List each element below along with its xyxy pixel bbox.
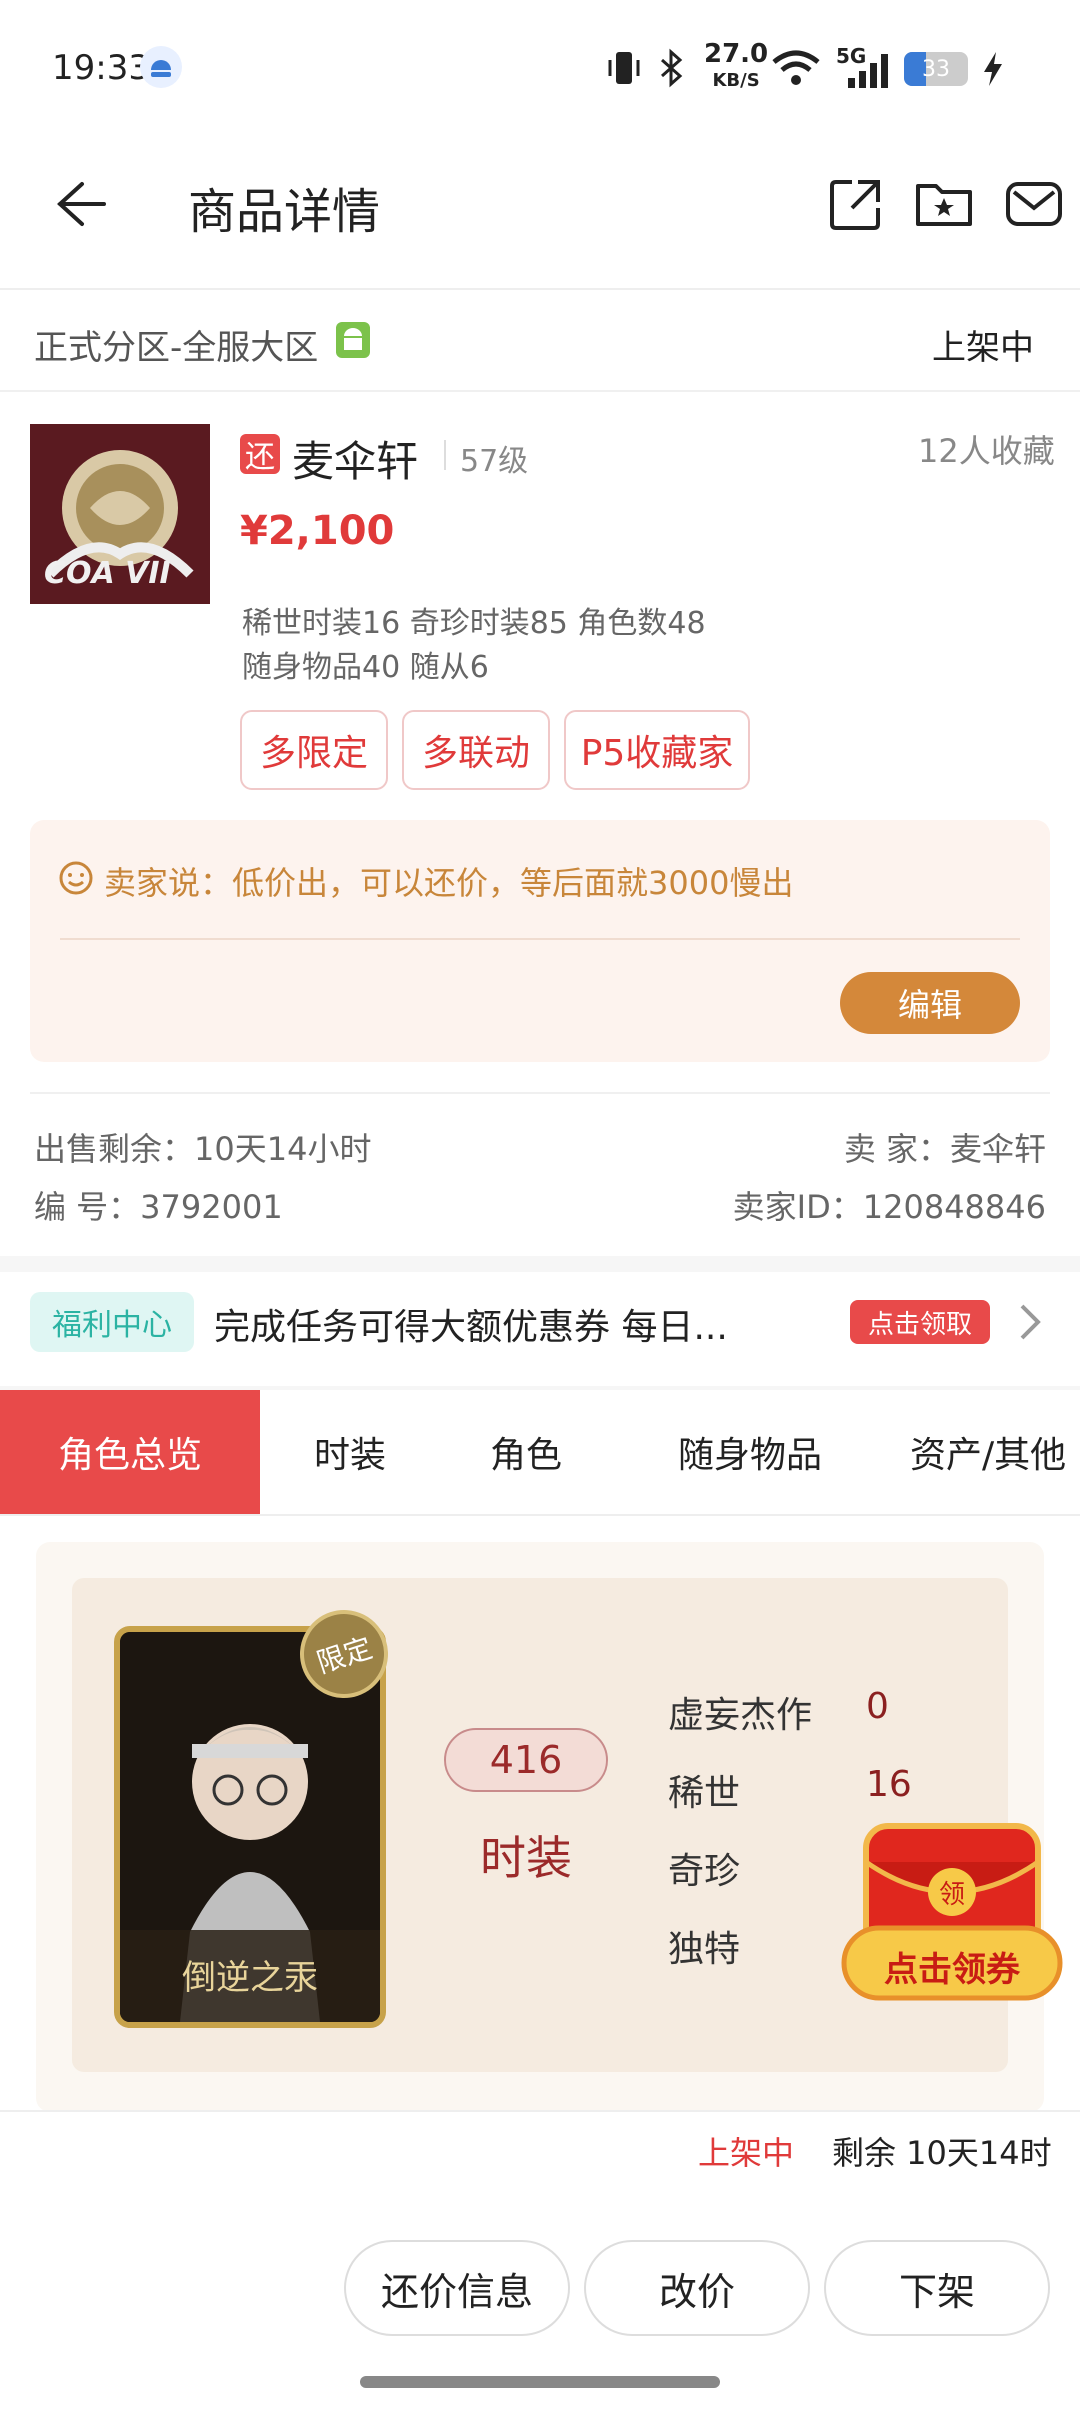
welfare-badge: 福利中心 bbox=[30, 1292, 194, 1352]
header: 商品详情 bbox=[0, 140, 1080, 290]
mail-icon bbox=[1006, 182, 1062, 226]
item-desc-line2: 随身物品40 随从6 bbox=[242, 650, 489, 685]
chevron-right-icon bbox=[1018, 1302, 1042, 1346]
tab-bar: 角色总览 时装 角色 随身物品 资产/其他 bbox=[0, 1390, 1080, 1516]
tab-accessories[interactable]: 随身物品 bbox=[640, 1390, 860, 1514]
welfare-banner[interactable]: 福利中心 完成任务可得大额优惠券 每日... 点击领取 bbox=[0, 1272, 1080, 1386]
stat-label: 奇珍 bbox=[668, 1851, 741, 1892]
costume-count: 416 bbox=[444, 1728, 608, 1792]
costume-name: 倒逆之汞 bbox=[182, 1958, 318, 1998]
stat-label: 稀世 bbox=[668, 1773, 741, 1814]
smile-icon bbox=[58, 860, 94, 900]
home-indicator[interactable] bbox=[360, 2376, 720, 2388]
edit-button[interactable]: 编辑 bbox=[840, 972, 1020, 1034]
message-button[interactable] bbox=[1004, 176, 1064, 236]
divider bbox=[60, 938, 1020, 940]
item-level: 57级 bbox=[460, 444, 529, 479]
back-button[interactable] bbox=[52, 176, 108, 236]
net-speed: 27.0 KB/S bbox=[704, 39, 769, 91]
android-icon bbox=[336, 322, 370, 358]
page-title: 商品详情 bbox=[188, 184, 381, 240]
charging-icon bbox=[982, 50, 1004, 92]
tab-overview[interactable]: 角色总览 bbox=[0, 1390, 260, 1514]
favorite-folder-button[interactable] bbox=[914, 176, 974, 236]
stat-value: 16 bbox=[866, 1764, 912, 1805]
seller-note-panel: 卖家说：低价出，可以还价，等后面就3000慢出 编辑 bbox=[30, 820, 1050, 1062]
seller-id: 卖家ID：120848846 bbox=[732, 1188, 1046, 1226]
tab-assets[interactable]: 资产/其他 bbox=[910, 1390, 1080, 1514]
divider bbox=[444, 440, 446, 470]
listing-status: 上架中 bbox=[932, 328, 1034, 368]
item-cover-image[interactable]: COA VII bbox=[30, 424, 210, 604]
footer-status: 上架中 bbox=[698, 2134, 795, 2172]
tag-collab[interactable]: 多联动 bbox=[402, 710, 550, 790]
sale-remaining: 出售剩余：10天14小时 bbox=[34, 1130, 372, 1168]
item-price: ¥2,100 bbox=[240, 508, 395, 554]
vibrate-icon bbox=[606, 48, 642, 92]
welfare-text: 完成任务可得大额优惠券 每日... bbox=[214, 1307, 728, 1348]
server-name: 正式分区-全服大区 bbox=[34, 328, 319, 368]
bluetooth-icon bbox=[658, 48, 686, 92]
tag-limited[interactable]: 多限定 bbox=[240, 710, 388, 790]
folder-star-icon bbox=[916, 184, 972, 226]
favorites-count: 12人收藏 bbox=[918, 432, 1055, 470]
divider bbox=[30, 1092, 1050, 1094]
signal-icon bbox=[846, 54, 890, 92]
bargain-info-button[interactable]: 还价信息 bbox=[344, 2240, 570, 2336]
battery-icon: 33 bbox=[904, 52, 968, 86]
coupon-float-button[interactable]: 领 点击领券 bbox=[840, 1822, 1064, 2008]
seller-name: 卖 家：麦伞轩 bbox=[843, 1130, 1046, 1168]
coupon-badge: 领 bbox=[928, 1868, 976, 1916]
tab-characters[interactable]: 角色 bbox=[446, 1390, 606, 1514]
tab-costumes[interactable]: 时装 bbox=[270, 1390, 430, 1514]
cover-text: COA VII bbox=[44, 556, 171, 591]
item-name: 麦伞轩 bbox=[292, 437, 419, 486]
status-time: 19:33 bbox=[52, 48, 150, 88]
stat-value: 0 bbox=[866, 1686, 889, 1727]
status-bar: 19:33 27.0 KB/S 5G 33 bbox=[0, 0, 1080, 140]
back-arrow-icon bbox=[57, 182, 106, 226]
change-price-button[interactable]: 改价 bbox=[584, 2240, 810, 2336]
item-number: 编 号：3792001 bbox=[34, 1188, 283, 1226]
stat-label: 虚妄杰作 bbox=[668, 1695, 813, 1736]
seller-note-text: 卖家说：低价出，可以还价，等后面就3000慢出 bbox=[104, 864, 794, 902]
app-notification-icon bbox=[140, 46, 182, 88]
share-icon bbox=[830, 180, 880, 230]
divider bbox=[0, 2110, 1080, 2112]
stat-label: 独特 bbox=[668, 1929, 741, 1970]
costume-count-label: 时装 bbox=[480, 1831, 572, 1885]
footer-remaining: 剩余 10天14时 bbox=[832, 2134, 1052, 2172]
delist-button[interactable]: 下架 bbox=[824, 2240, 1050, 2336]
tag-p5-collector[interactable]: P5收藏家 bbox=[564, 710, 750, 790]
welfare-claim-button[interactable]: 点击领取 bbox=[850, 1300, 990, 1344]
wifi-icon bbox=[770, 48, 822, 92]
section-gap bbox=[0, 1256, 1080, 1272]
item-desc-line1: 稀世时装16 奇珍时装85 角色数48 bbox=[242, 606, 706, 641]
bargain-badge: 还 bbox=[240, 434, 280, 475]
share-button[interactable] bbox=[828, 176, 884, 236]
coupon-label: 点击领券 bbox=[884, 1950, 1020, 1990]
server-row: 正式分区-全服大区 上架中 bbox=[0, 292, 1080, 392]
